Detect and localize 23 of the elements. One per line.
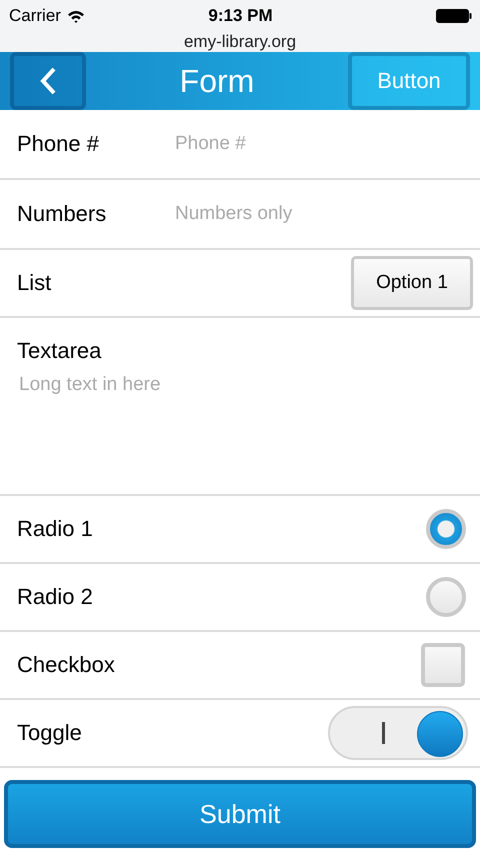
input-field[interactable]: Numbers only [173,202,464,226]
toggle-label: Toggle [17,720,82,746]
radio-label: Radio 1 [17,516,93,542]
back-button[interactable] [10,52,86,110]
radio-button[interactable] [426,509,466,549]
toggle-switch[interactable] [328,706,468,760]
wifi-icon [66,10,85,22]
field-label: Numbers [17,201,108,227]
status-time: 9:13 PM [208,6,273,26]
address-url[interactable]: emy-library.org [0,32,480,52]
nav-title: Form [180,62,254,100]
field-label: List [17,270,52,296]
field-label: Textarea [17,338,102,364]
checkbox[interactable] [421,643,465,687]
checkbox-label: Checkbox [17,652,115,678]
field-label: Phone # [17,131,100,157]
select-button[interactable]: Option 1 [351,256,473,310]
radio-button[interactable] [426,577,466,617]
battery-icon [436,9,472,23]
back-icon [38,66,58,96]
radio-label: Radio 2 [17,584,93,610]
input-field[interactable]: Phone # [173,132,464,156]
carrier-name: Carrier [9,6,61,26]
